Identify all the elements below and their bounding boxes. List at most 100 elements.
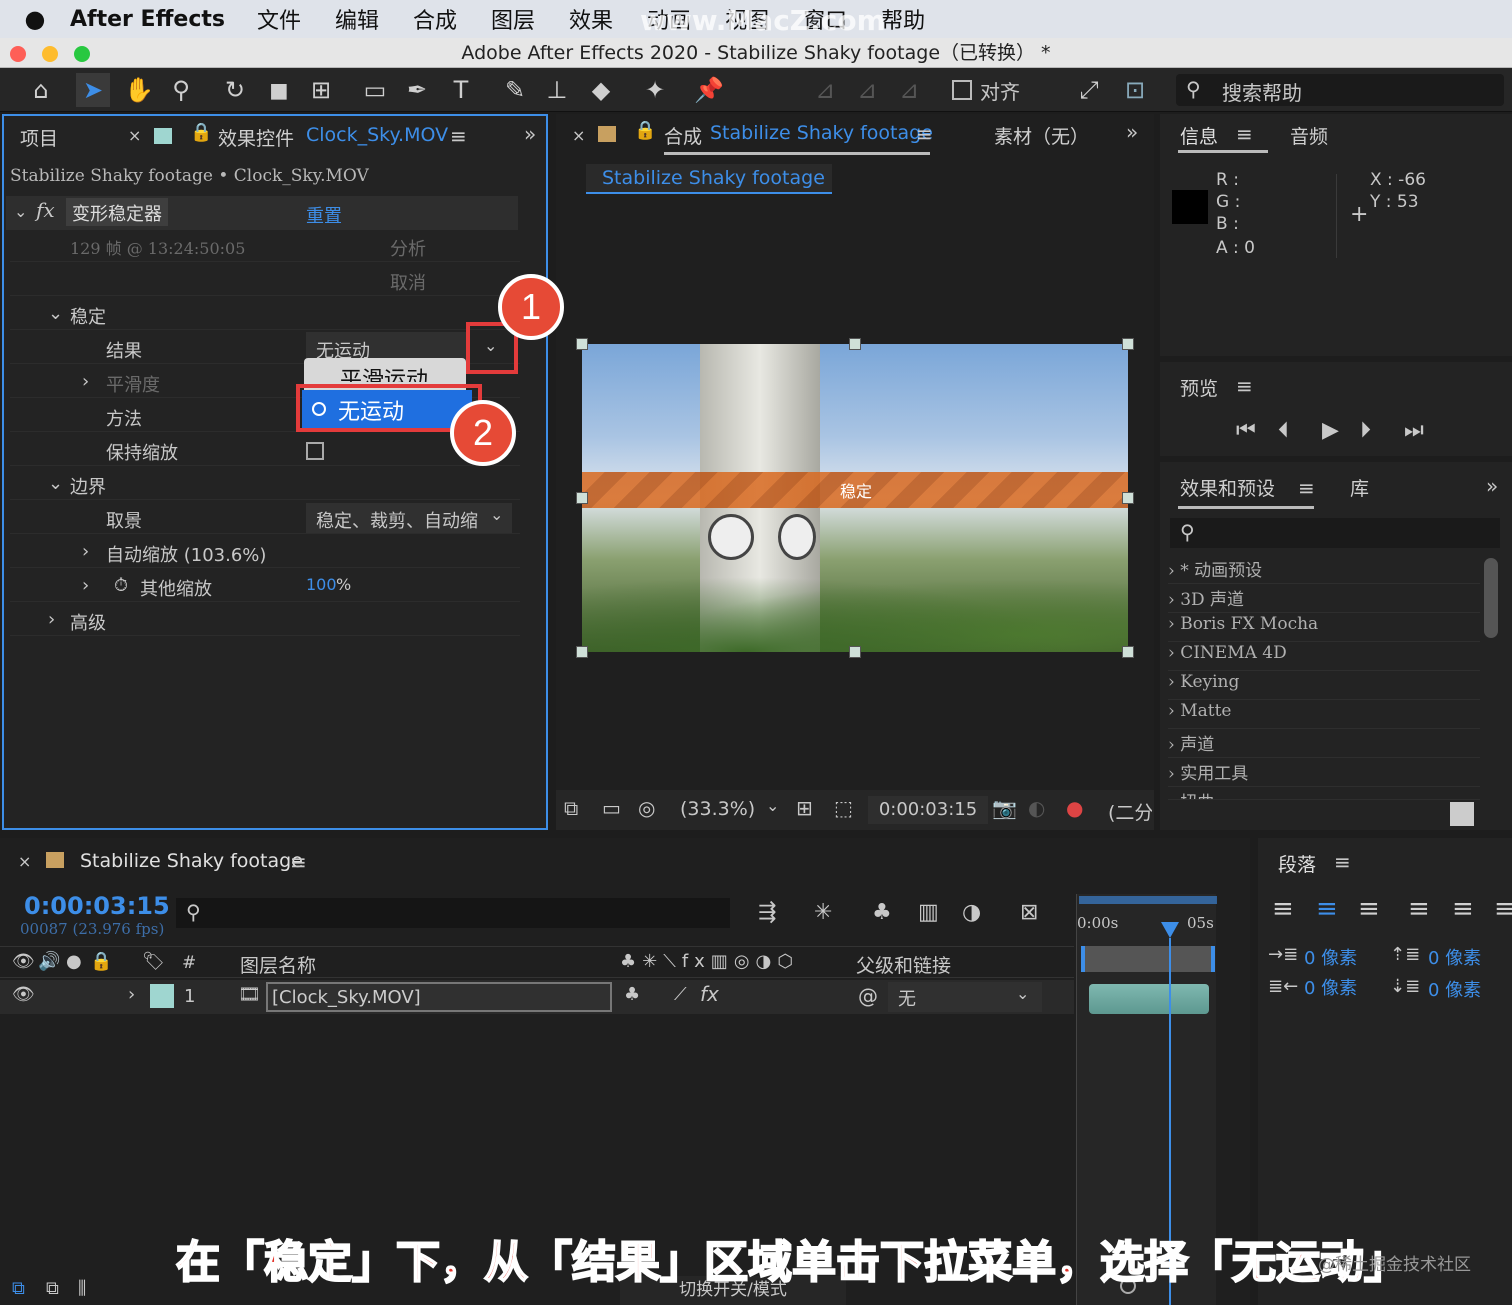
- pen-tool-icon[interactable]: ✒: [400, 73, 434, 107]
- next-frame-icon[interactable]: ⏵: [1360, 418, 1371, 443]
- list-item[interactable]: › Keying: [1168, 672, 1480, 700]
- list-item[interactable]: › * 动画预设: [1168, 556, 1480, 584]
- timeline-zoom-bar[interactable]: [1081, 946, 1215, 972]
- layer-handle[interactable]: [849, 338, 861, 350]
- home-icon[interactable]: ⌂: [24, 73, 58, 107]
- eye-icon[interactable]: 👁: [12, 951, 35, 972]
- reset-link[interactable]: 重置: [306, 202, 342, 228]
- justify-left-icon[interactable]: ≡: [1408, 894, 1430, 924]
- puppet-pin-tool-icon[interactable]: 📌: [692, 73, 726, 107]
- layer-handle[interactable]: [576, 646, 588, 658]
- layer-name-field[interactable]: [Clock_Sky.MOV]: [266, 982, 612, 1012]
- chevron-right-icon[interactable]: ›: [82, 575, 89, 596]
- motion-blur-icon[interactable]: ◑: [962, 900, 981, 925]
- indent-left-value[interactable]: 0 像素: [1304, 944, 1357, 970]
- tab-composition[interactable]: 合成: [664, 122, 702, 149]
- tab-footage[interactable]: 素材（无）: [994, 122, 1088, 149]
- chevron-down-icon[interactable]: ⌄: [48, 473, 63, 494]
- fx-icon[interactable]: fx: [700, 982, 719, 1006]
- chevron-right-icon[interactable]: ›: [82, 541, 89, 562]
- stopwatch-icon[interactable]: ⏱: [114, 575, 128, 596]
- layer-handle[interactable]: [1122, 492, 1134, 504]
- chevron-right-icon[interactable]: ›: [82, 371, 89, 392]
- panel-menu-icon[interactable]: ≡: [1334, 850, 1351, 874]
- border-section-row[interactable]: ⌄ 边界: [10, 468, 520, 500]
- tab-project[interactable]: 项目: [20, 124, 58, 151]
- composition-flowchart-icon[interactable]: ⇶: [758, 900, 776, 925]
- analyze-button[interactable]: 分析: [390, 235, 426, 261]
- expand-icon[interactable]: ⤢: [1072, 73, 1106, 107]
- layer-handle[interactable]: [576, 338, 588, 350]
- hand-tool-icon[interactable]: ✋: [122, 73, 156, 107]
- keep-scale-checkbox[interactable]: [306, 442, 324, 460]
- list-item[interactable]: › 扭曲: [1168, 788, 1480, 800]
- space-after-value[interactable]: 0 像素: [1428, 976, 1481, 1002]
- indent-right-value[interactable]: 0 像素: [1304, 974, 1357, 1000]
- lock-icon[interactable]: 🔒: [634, 120, 656, 141]
- list-item[interactable]: › Matte: [1168, 701, 1480, 729]
- viewer-timecode[interactable]: 0:00:03:15: [868, 796, 988, 824]
- list-item[interactable]: › 3D 声道: [1168, 585, 1480, 613]
- show-snapshot-icon[interactable]: ◐: [1028, 796, 1045, 820]
- menu-app-name[interactable]: After Effects: [70, 7, 225, 32]
- panel-menu-icon[interactable]: ≡: [916, 122, 933, 146]
- zoom-window-button[interactable]: [74, 46, 90, 62]
- parent-dropdown[interactable]: 无 ⌄: [888, 982, 1042, 1012]
- view-axis-icon[interactable]: ⊿: [892, 73, 926, 107]
- space-before-value[interactable]: 0 像素: [1428, 944, 1481, 970]
- layer-duration-bar[interactable]: [1089, 984, 1209, 1014]
- effects-search-input[interactable]: ⚲: [1170, 518, 1500, 548]
- shy-icon[interactable]: ♣: [872, 900, 892, 925]
- list-item[interactable]: › 声道: [1168, 730, 1480, 758]
- other-scale-value[interactable]: 100: [306, 575, 337, 594]
- timeline-timecode[interactable]: 0:00:03:15: [24, 892, 170, 920]
- workspace-icon[interactable]: ⊡: [1118, 73, 1152, 107]
- zoom-level[interactable]: (33.3%): [680, 798, 755, 820]
- type-tool-icon[interactable]: T: [444, 73, 478, 107]
- panel-menu-icon[interactable]: ≡: [290, 850, 307, 874]
- align-checkbox[interactable]: [952, 80, 972, 100]
- menu-help[interactable]: 帮助: [881, 3, 925, 35]
- layer-handle[interactable]: [576, 492, 588, 504]
- clone-stamp-tool-icon[interactable]: ⊥: [540, 73, 574, 107]
- grid-icon[interactable]: ⊞: [796, 796, 813, 820]
- align-right-icon[interactable]: ≡: [1358, 894, 1380, 924]
- graph-editor-icon[interactable]: ⊠: [1020, 900, 1038, 925]
- timeline-search-input[interactable]: ⚲: [176, 898, 730, 928]
- channel-icon[interactable]: ●: [1066, 796, 1083, 820]
- draft-3d-icon[interactable]: ✳: [814, 900, 832, 925]
- panel-menu-icon[interactable]: ≡: [1298, 476, 1315, 500]
- layer-handle[interactable]: [1122, 338, 1134, 350]
- panel-menu-icon[interactable]: ≡: [450, 124, 467, 148]
- solo-icon[interactable]: ●: [66, 951, 82, 972]
- advanced-row[interactable]: › 高级: [10, 604, 520, 636]
- column-parent[interactable]: 父级和链接: [856, 951, 951, 978]
- justify-all-icon[interactable]: ≡: [1494, 894, 1512, 924]
- chevron-down-icon[interactable]: ⌄: [48, 303, 63, 324]
- framing-dropdown[interactable]: 稳定、裁剪、自动缩 ⌄: [306, 503, 512, 533]
- camera-tool-icon[interactable]: ◼: [262, 73, 296, 107]
- menu-composition[interactable]: 合成: [413, 3, 457, 35]
- expand-panels-icon[interactable]: »: [1486, 474, 1498, 498]
- close-tab-icon[interactable]: ×: [128, 126, 141, 145]
- layer-label-color[interactable]: [150, 984, 174, 1008]
- tab-library[interactable]: 库: [1350, 474, 1369, 501]
- last-frame-icon[interactable]: ⏭: [1404, 418, 1424, 443]
- axis-mode-icon[interactable]: ⊿: [808, 73, 842, 107]
- close-tab-icon[interactable]: ×: [18, 852, 31, 871]
- playhead-marker[interactable]: [1161, 922, 1179, 938]
- pick-whip-icon[interactable]: @: [858, 984, 878, 1008]
- brush-tool-icon[interactable]: ✎: [498, 73, 532, 107]
- menu-effect[interactable]: 效果: [569, 3, 613, 35]
- column-layer-name[interactable]: 图层名称: [240, 951, 316, 978]
- new-folder-icon[interactable]: [1450, 802, 1474, 826]
- monitor-icon[interactable]: ▭: [602, 796, 621, 820]
- justify-center-icon[interactable]: ≡: [1452, 894, 1474, 924]
- menu-file[interactable]: 文件: [257, 3, 301, 35]
- tab-audio[interactable]: 音频: [1290, 122, 1328, 149]
- work-area-bar[interactable]: [1079, 896, 1217, 904]
- search-help-field[interactable]: ⚲ 搜索帮助: [1176, 74, 1504, 106]
- audio-icon[interactable]: 🔊: [38, 951, 60, 972]
- cancel-button[interactable]: 取消: [390, 269, 426, 295]
- mask-icon[interactable]: ◎: [638, 796, 655, 820]
